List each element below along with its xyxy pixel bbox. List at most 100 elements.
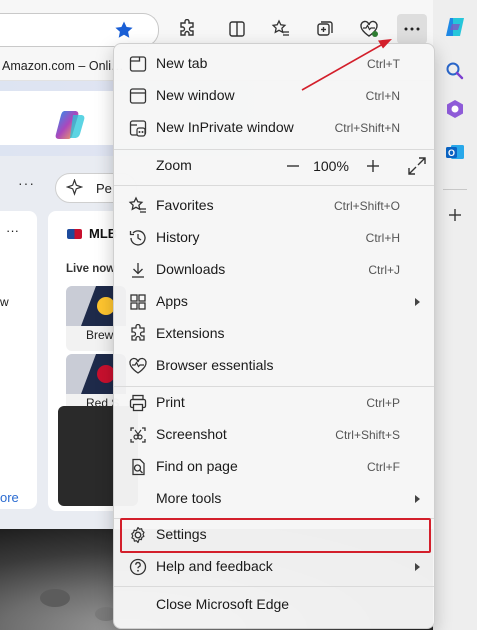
new-window-icon: [128, 86, 148, 106]
sidebar-divider: [443, 189, 467, 190]
menu-item-zoom: Zoom 100%: [118, 151, 430, 181]
fullscreen-icon[interactable]: [404, 153, 430, 179]
zoom-in-button[interactable]: [358, 151, 388, 181]
zoom-label: Zoom: [156, 157, 192, 173]
plus-icon: [449, 209, 461, 221]
sparkle-icon: [66, 179, 83, 196]
collections-icon: [317, 21, 333, 36]
copilot-icon: [446, 18, 464, 36]
menu-item-downloads[interactable]: Downloads Ctrl+J: [118, 255, 430, 285]
help-icon: [128, 557, 148, 577]
menu-item-label: Settings: [156, 526, 207, 542]
puzzle-icon: [180, 19, 194, 36]
menu-divider: [114, 149, 434, 150]
moon-crater: [40, 589, 70, 607]
live-now-label: Live now: [66, 263, 116, 275]
menu-item-help-and-feedback[interactable]: Help and feedback: [118, 552, 430, 582]
see-more-link[interactable]: ore: [0, 490, 19, 505]
star-list-icon: [271, 19, 289, 36]
menu-item-browser-essentials[interactable]: Browser essentials: [118, 351, 430, 381]
menu-item-screenshot[interactable]: Screenshot Ctrl+Shift+S: [118, 420, 430, 450]
copilot-logo-icon[interactable]: [53, 107, 89, 143]
menu-divider: [114, 185, 434, 186]
menu-item-extensions[interactable]: Extensions: [118, 319, 430, 349]
collections-button[interactable]: [310, 14, 340, 44]
browser-essentials-toolbar-button[interactable]: [354, 14, 384, 44]
menu-item-label: Find on page: [156, 458, 238, 474]
menu-item-history[interactable]: History Ctrl+H: [118, 223, 430, 253]
menu-item-label: Help and feedback: [156, 558, 273, 574]
card-options-icon[interactable]: ···: [6, 223, 19, 238]
menu-item-favorites[interactable]: Favorites Ctrl+Shift+O: [118, 191, 430, 221]
menu-item-label: More tools: [156, 490, 222, 506]
menu-item-label: Downloads: [156, 261, 226, 277]
search-icon: [446, 62, 464, 80]
find-icon: [128, 457, 148, 477]
outlook-sidebar-button[interactable]: O: [442, 139, 468, 165]
menu-item-label: Print: [156, 394, 185, 410]
menu-item-label: Favorites: [156, 197, 214, 213]
split-screen-icon: [229, 21, 245, 37]
menu-item-shortcut: Ctrl+P: [366, 396, 400, 410]
menu-item-shortcut: Ctrl+Shift+S: [335, 428, 400, 442]
copilot-app-sidebar-button[interactable]: [442, 96, 468, 122]
extensions-toolbar-button[interactable]: [172, 14, 202, 44]
card-text: w: [0, 295, 9, 309]
chevron-right-icon: [415, 563, 420, 571]
copilot-sidebar-button[interactable]: [442, 14, 468, 40]
news-card[interactable]: ··· w ore: [0, 211, 37, 509]
download-icon: [128, 260, 148, 280]
menu-item-settings[interactable]: Settings: [118, 520, 430, 550]
menu-item-label: Extensions: [156, 325, 225, 341]
split-screen-button[interactable]: [222, 14, 252, 44]
menu-item-label: Browser essentials: [156, 357, 274, 373]
favorites-icon: [128, 196, 148, 216]
menu-item-close-microsoft-edge[interactable]: Close Microsoft Edge: [118, 590, 430, 620]
menu-item-shortcut: Ctrl+N: [365, 89, 400, 103]
heart-pulse-icon: [360, 20, 378, 37]
menu-item-label: New window: [156, 87, 235, 103]
settings-and-more-menu: New tab Ctrl+T New window Ctrl+N New InP…: [113, 43, 435, 629]
menu-item-shortcut: Ctrl+T: [367, 57, 400, 71]
menu-item-find-on-page[interactable]: Find on page Ctrl+F: [118, 452, 430, 482]
game-team-label: Brew: [86, 328, 114, 342]
menu-item-label: New InPrivate window: [156, 119, 294, 135]
print-icon: [128, 393, 148, 413]
hexagon-app-icon: [447, 100, 463, 118]
favorite-star-icon[interactable]: [114, 20, 134, 40]
add-sidebar-app-button[interactable]: [442, 202, 468, 228]
menu-item-new-tab[interactable]: New tab Ctrl+T: [118, 49, 430, 79]
favorites-bar-item[interactable]: Amazon.com – Onli…: [2, 59, 124, 73]
menu-item-print[interactable]: Print Ctrl+P: [118, 388, 430, 418]
menu-item-apps[interactable]: Apps: [118, 287, 430, 317]
svg-text:O: O: [448, 148, 455, 158]
edge-sidebar: O: [433, 0, 477, 630]
zoom-level: 100%: [313, 158, 349, 174]
screenshot-icon: [128, 425, 148, 445]
menu-item-shortcut: Ctrl+J: [368, 263, 400, 277]
menu-item-shortcut: Ctrl+H: [365, 231, 400, 245]
mlb-logo-icon: [67, 229, 82, 239]
menu-item-new-inprivate-window[interactable]: New InPrivate window Ctrl+Shift+N: [118, 113, 430, 143]
extensions-icon: [128, 323, 148, 344]
menu-item-label: History: [156, 229, 200, 245]
outlook-icon: O: [446, 145, 464, 159]
menu-item-shortcut: Ctrl+Shift+O: [333, 199, 400, 213]
favorites-toolbar-button[interactable]: [266, 14, 296, 44]
search-sidebar-button[interactable]: [442, 58, 468, 84]
zoom-out-button[interactable]: [278, 151, 308, 181]
menu-item-label: Screenshot: [156, 426, 227, 442]
personalize-label: Pe: [96, 181, 112, 196]
apps-icon: [128, 292, 148, 312]
menu-divider: [114, 586, 434, 587]
menu-item-shortcut: Ctrl+F: [367, 460, 400, 474]
settings-and-more-button[interactable]: [397, 14, 427, 44]
address-bar[interactable]: [0, 13, 159, 47]
menu-item-more-tools[interactable]: More tools: [118, 484, 430, 514]
more-options-icon[interactable]: ···: [18, 175, 35, 191]
menu-item-new-window[interactable]: New window Ctrl+N: [118, 81, 430, 111]
chevron-right-icon: [415, 495, 420, 503]
chevron-right-icon: [415, 298, 420, 306]
gear-icon: [128, 525, 148, 545]
more-dots-icon: [404, 27, 420, 31]
